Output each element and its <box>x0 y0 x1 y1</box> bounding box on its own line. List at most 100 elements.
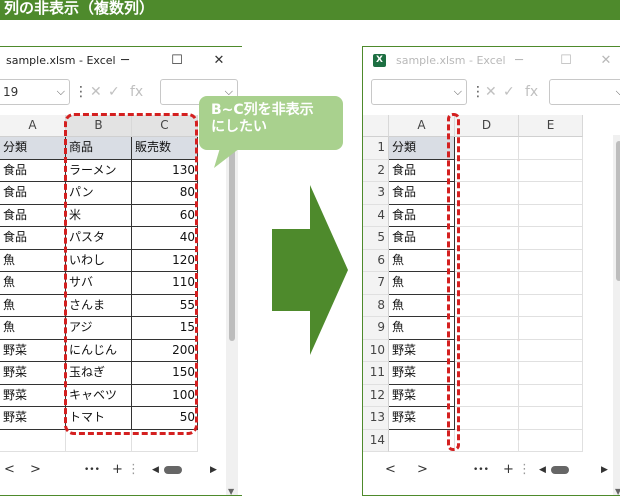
table-cell[interactable]: 野菜 <box>0 362 66 385</box>
enter-icon[interactable]: ✓ <box>108 79 120 105</box>
cell-d[interactable] <box>455 384 519 407</box>
cell-d[interactable] <box>455 159 519 182</box>
column-header-a[interactable]: A <box>389 115 455 137</box>
maximize-button[interactable]: ☐ <box>551 47 581 74</box>
add-sheet-button[interactable]: + <box>112 457 123 483</box>
cell-d[interactable] <box>455 294 519 317</box>
cell-a[interactable]: 分類 <box>389 137 455 160</box>
horizontal-scroll-thumb[interactable] <box>164 466 182 474</box>
table-cell[interactable]: 野菜 <box>0 407 66 430</box>
minimize-button[interactable]: ─ <box>110 47 140 74</box>
cell-a[interactable]: 食品 <box>389 182 455 205</box>
row-header[interactable]: 6 <box>363 249 389 272</box>
cell-e[interactable] <box>519 227 583 250</box>
column-header-d[interactable]: D <box>455 115 519 137</box>
next-sheet-button[interactable]: > <box>417 457 428 483</box>
cell-d[interactable] <box>455 249 519 272</box>
cell-d[interactable] <box>455 204 519 227</box>
table-cell[interactable]: 魚 <box>0 317 66 340</box>
cell-a[interactable] <box>389 429 455 452</box>
cell-e[interactable] <box>519 407 583 430</box>
prev-sheet-button[interactable]: < <box>4 457 15 483</box>
select-all-corner[interactable] <box>363 115 389 137</box>
cell-d[interactable] <box>455 182 519 205</box>
chevron-down-icon[interactable]: ⌵ <box>57 80 65 104</box>
name-box[interactable]: 19 ⌵ <box>0 79 70 105</box>
cell-d[interactable] <box>455 407 519 430</box>
chevron-down-icon[interactable]: ⌵ <box>616 80 620 104</box>
close-button[interactable]: ✕ <box>591 47 620 74</box>
scroll-left-icon[interactable]: ◀ <box>152 457 159 483</box>
cell-e[interactable] <box>519 182 583 205</box>
row-header[interactable]: 13 <box>363 407 389 430</box>
cell-a[interactable]: 魚 <box>389 249 455 272</box>
cell-e[interactable] <box>519 362 583 385</box>
column-header-e[interactable]: E <box>519 115 583 137</box>
table-cell[interactable]: 食品 <box>0 227 66 250</box>
scroll-right-icon[interactable]: ▶ <box>601 457 608 483</box>
cell-a[interactable]: 魚 <box>389 294 455 317</box>
cell-d[interactable] <box>455 429 519 452</box>
cell-e[interactable] <box>519 429 583 452</box>
table-cell[interactable]: 野菜 <box>0 384 66 407</box>
table-header-cell[interactable]: 分類 <box>0 137 66 160</box>
row-header[interactable]: 12 <box>363 384 389 407</box>
cell-a[interactable]: 魚 <box>389 272 455 295</box>
cell-e[interactable] <box>519 272 583 295</box>
more-sheets-button[interactable]: ••• <box>84 457 100 483</box>
horizontal-scroll-thumb[interactable] <box>551 466 569 474</box>
row-header[interactable]: 3 <box>363 182 389 205</box>
row-header[interactable]: 1 <box>363 137 389 160</box>
column-header-a[interactable]: A <box>0 115 66 137</box>
row-header[interactable]: 11 <box>363 362 389 385</box>
chevron-down-icon[interactable]: ⌵ <box>454 80 462 104</box>
row-header[interactable]: 7 <box>363 272 389 295</box>
cell-e[interactable] <box>519 249 583 272</box>
vertical-scrollbar[interactable]: ▼ <box>613 135 620 495</box>
table-cell[interactable]: 食品 <box>0 204 66 227</box>
cell-e[interactable] <box>519 204 583 227</box>
row-header[interactable]: 14 <box>363 429 389 452</box>
cell-d[interactable] <box>455 272 519 295</box>
cell-e[interactable] <box>519 137 583 160</box>
vertical-scrollbar[interactable]: ▼ <box>226 135 238 495</box>
cell-d[interactable] <box>455 362 519 385</box>
table-cell[interactable]: 食品 <box>0 159 66 182</box>
formula-bar[interactable]: ⌵ <box>549 79 620 105</box>
cell-e[interactable] <box>519 339 583 362</box>
cell-d[interactable] <box>455 227 519 250</box>
cell-e[interactable] <box>519 159 583 182</box>
function-icon[interactable]: fx <box>130 79 143 105</box>
cell-a[interactable]: 食品 <box>389 159 455 182</box>
maximize-button[interactable]: ☐ <box>162 47 192 74</box>
table-cell[interactable]: 食品 <box>0 182 66 205</box>
more-sheets-button[interactable]: ••• <box>473 457 489 483</box>
cancel-icon[interactable]: ✕ <box>90 79 102 105</box>
add-sheet-button[interactable]: + <box>503 457 514 483</box>
cell-e[interactable] <box>519 294 583 317</box>
function-icon[interactable]: fx <box>525 79 538 105</box>
row-header[interactable]: 8 <box>363 294 389 317</box>
cell-a[interactable]: 野菜 <box>389 407 455 430</box>
cell-d[interactable] <box>455 339 519 362</box>
table-cell[interactable]: 野菜 <box>0 339 66 362</box>
close-button[interactable]: ✕ <box>204 47 234 74</box>
cell-a[interactable]: 魚 <box>389 317 455 340</box>
row-header[interactable]: 5 <box>363 227 389 250</box>
table-cell[interactable]: 魚 <box>0 294 66 317</box>
cancel-icon[interactable]: ✕ <box>485 79 497 105</box>
cell-e[interactable] <box>519 384 583 407</box>
scroll-left-icon[interactable]: ◀ <box>539 457 546 483</box>
cell-d[interactable] <box>455 317 519 340</box>
scroll-thumb[interactable] <box>616 141 620 281</box>
table-cell[interactable]: 魚 <box>0 249 66 272</box>
row-header[interactable]: 10 <box>363 339 389 362</box>
cell-d[interactable] <box>455 137 519 160</box>
scroll-right-icon[interactable]: ▶ <box>210 457 217 483</box>
minimize-button[interactable]: ─ <box>504 47 534 74</box>
row-header[interactable]: 9 <box>363 317 389 340</box>
enter-icon[interactable]: ✓ <box>503 79 515 105</box>
cell-a[interactable]: 野菜 <box>389 384 455 407</box>
table-cell[interactable]: 魚 <box>0 272 66 295</box>
cell-a[interactable]: 食品 <box>389 227 455 250</box>
